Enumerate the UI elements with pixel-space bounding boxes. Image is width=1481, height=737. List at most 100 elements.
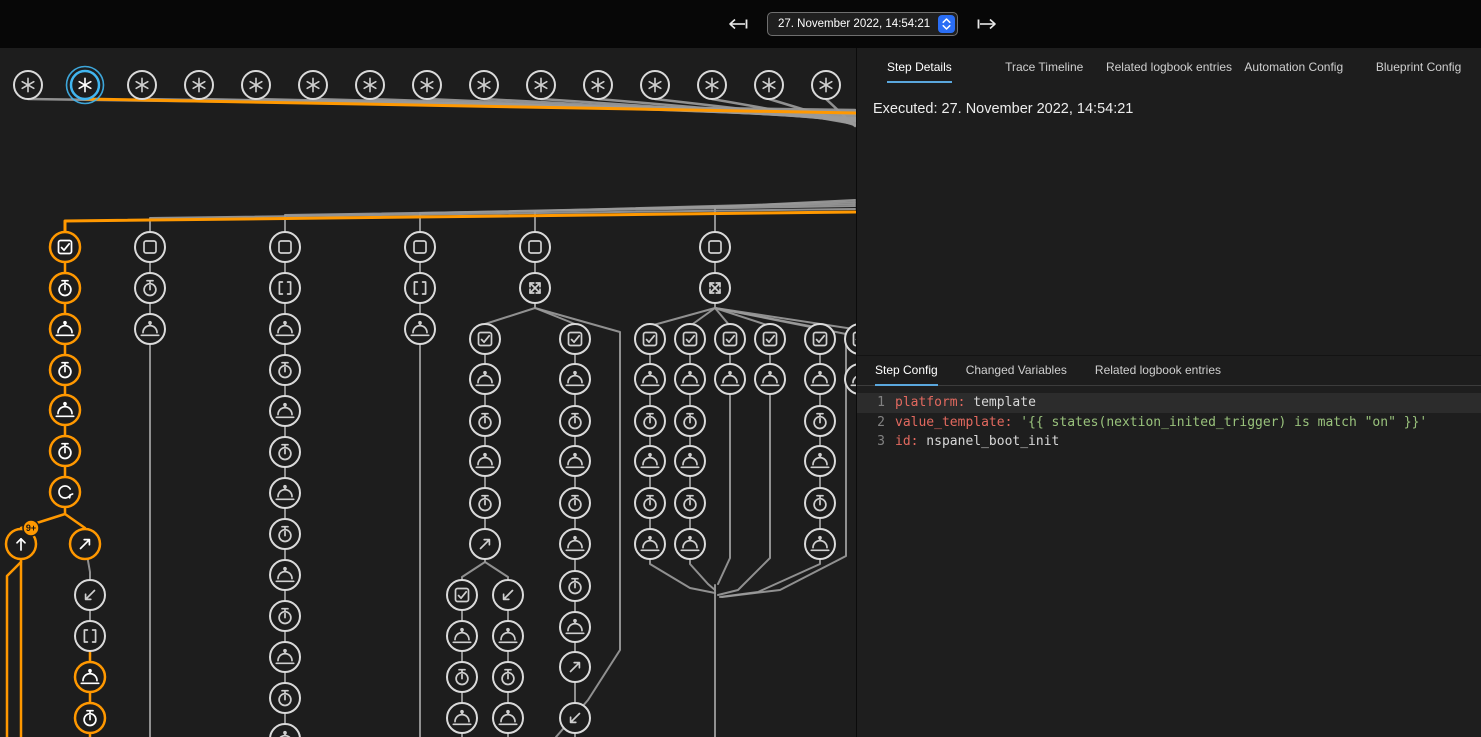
- service-bell-node[interactable]: [270, 724, 300, 737]
- brackets-node[interactable]: [270, 273, 300, 303]
- asterisk-node[interactable]: [641, 71, 669, 99]
- service-bell-node[interactable]: [755, 364, 785, 394]
- service-bell-node[interactable]: [560, 446, 590, 476]
- timer-node[interactable]: [50, 273, 80, 303]
- checkbox-marked-node[interactable]: [755, 324, 785, 354]
- timer-node[interactable]: [75, 703, 105, 733]
- brackets-node[interactable]: [75, 621, 105, 651]
- timer-node[interactable]: [560, 571, 590, 601]
- service-bell-node[interactable]: [805, 529, 835, 559]
- service-bell-node[interactable]: [270, 560, 300, 590]
- checkbox-marked-node[interactable]: [805, 324, 835, 354]
- timer-node[interactable]: [675, 406, 705, 436]
- asterisk-node[interactable]: [128, 71, 156, 99]
- code-line[interactable]: 1platform: template: [857, 393, 1481, 413]
- service-bell-node[interactable]: [635, 446, 665, 476]
- arrow-up-node[interactable]: 9+: [6, 520, 39, 559]
- checkbox-blank-node[interactable]: [270, 232, 300, 262]
- service-bell-node[interactable]: [270, 642, 300, 672]
- service-bell-node[interactable]: [805, 446, 835, 476]
- service-bell-node[interactable]: [470, 446, 500, 476]
- tab-step-details[interactable]: Step Details: [857, 48, 982, 82]
- timer-node[interactable]: [50, 436, 80, 466]
- timer-node[interactable]: [447, 662, 477, 692]
- code-line[interactable]: 2value_template: '{{ states(nextion_init…: [857, 413, 1481, 433]
- code-line[interactable]: 3id: nspanel_boot_init: [857, 432, 1481, 452]
- timer-node[interactable]: [805, 406, 835, 436]
- timer-node[interactable]: [635, 488, 665, 518]
- service-bell-node[interactable]: [560, 529, 590, 559]
- asterisk-node[interactable]: [755, 71, 783, 99]
- service-bell-node[interactable]: [447, 621, 477, 651]
- service-bell-node[interactable]: [270, 396, 300, 426]
- timer-node[interactable]: [50, 355, 80, 385]
- service-bell-node[interactable]: [270, 314, 300, 344]
- timer-node[interactable]: [635, 406, 665, 436]
- tab-automation-config[interactable]: Automation Config: [1231, 48, 1356, 82]
- service-bell-node[interactable]: [805, 364, 835, 394]
- asterisk-node[interactable]: [812, 71, 840, 99]
- asterisk-node[interactable]: [299, 71, 327, 99]
- tab-trace-timeline[interactable]: Trace Timeline: [982, 48, 1107, 82]
- checkbox-blank-node[interactable]: [405, 232, 435, 262]
- service-bell-node[interactable]: [635, 364, 665, 394]
- timer-node[interactable]: [270, 601, 300, 631]
- timer-node[interactable]: [805, 488, 835, 518]
- arrow-bottom-left-node[interactable]: [75, 580, 105, 610]
- parallel-node[interactable]: [700, 273, 730, 303]
- service-bell-node[interactable]: [675, 446, 705, 476]
- asterisk-node[interactable]: [413, 71, 441, 99]
- asterisk-node[interactable]: [584, 71, 612, 99]
- arrow-bottom-left-node[interactable]: [493, 580, 523, 610]
- service-bell-node[interactable]: [50, 314, 80, 344]
- checkbox-marked-node[interactable]: [675, 324, 705, 354]
- parallel-node[interactable]: [520, 273, 550, 303]
- asterisk-node[interactable]: [14, 71, 42, 99]
- timer-node[interactable]: [470, 488, 500, 518]
- service-bell-node[interactable]: [635, 529, 665, 559]
- checkbox-blank-node[interactable]: [520, 232, 550, 262]
- run-select[interactable]: 27. November 2022, 14:54:21: [767, 12, 958, 36]
- tab-step-config[interactable]: Step Config: [861, 356, 952, 385]
- timer-node[interactable]: [493, 662, 523, 692]
- checkbox-blank-node[interactable]: [135, 232, 165, 262]
- service-bell-node[interactable]: [135, 314, 165, 344]
- timer-node[interactable]: [270, 437, 300, 467]
- checkbox-marked-node[interactable]: [635, 324, 665, 354]
- arrow-top-right-node[interactable]: [560, 652, 590, 682]
- checkbox-marked-node[interactable]: [447, 580, 477, 610]
- service-bell-node[interactable]: [560, 364, 590, 394]
- arrow-bottom-left-node[interactable]: [560, 703, 590, 733]
- service-bell-node[interactable]: [50, 395, 80, 425]
- tab-changed-variables[interactable]: Changed Variables: [952, 356, 1081, 385]
- tab-blueprint-config[interactable]: Blueprint Config: [1356, 48, 1481, 82]
- timer-node[interactable]: [270, 355, 300, 385]
- asterisk-node[interactable]: [242, 71, 270, 99]
- asterisk-node[interactable]: [185, 71, 213, 99]
- timer-node[interactable]: [675, 488, 705, 518]
- service-bell-node[interactable]: [405, 314, 435, 344]
- service-bell-node[interactable]: [447, 703, 477, 733]
- timer-node[interactable]: [470, 406, 500, 436]
- asterisk-node[interactable]: [698, 71, 726, 99]
- tab-related-logbook-entries[interactable]: Related logbook entries: [1107, 48, 1232, 82]
- service-bell-node[interactable]: [675, 364, 705, 394]
- timer-node[interactable]: [270, 519, 300, 549]
- asterisk-node[interactable]: [527, 71, 555, 99]
- service-bell-node[interactable]: [75, 662, 105, 692]
- service-bell-node[interactable]: [715, 364, 745, 394]
- brackets-node[interactable]: [405, 273, 435, 303]
- service-bell-node[interactable]: [675, 529, 705, 559]
- timer-node[interactable]: [560, 406, 590, 436]
- service-bell-node[interactable]: [470, 364, 500, 394]
- asterisk-node[interactable]: [67, 67, 104, 104]
- asterisk-node[interactable]: [356, 71, 384, 99]
- checkbox-marked-node[interactable]: [715, 324, 745, 354]
- tab-related-logbook-entries[interactable]: Related logbook entries: [1081, 356, 1235, 385]
- service-bell-node[interactable]: [560, 612, 590, 642]
- checkbox-marked-node[interactable]: [470, 324, 500, 354]
- next-run-button[interactable]: [971, 12, 1003, 36]
- service-bell-node[interactable]: [493, 621, 523, 651]
- step-config-code[interactable]: 1platform: template2value_template: '{{ …: [857, 386, 1481, 737]
- checkbox-marked-node[interactable]: [560, 324, 590, 354]
